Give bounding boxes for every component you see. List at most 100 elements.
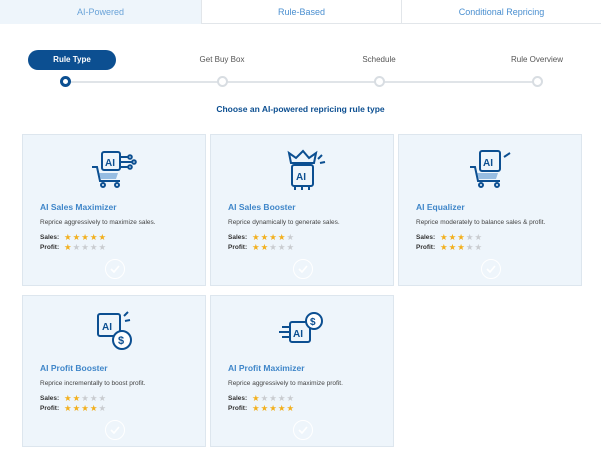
stepper-track	[66, 81, 536, 83]
step-label: Rule Overview	[510, 55, 563, 64]
step-get-buy-box[interactable]: Get Buy Box	[172, 50, 272, 87]
star-filled-icon: ★	[72, 232, 81, 242]
step-label: Schedule	[362, 55, 396, 64]
star-empty-icon: ★	[98, 403, 107, 413]
star-filled-icon: ★	[252, 393, 260, 403]
tab-conditional-repricing[interactable]: Conditional Repricing	[401, 0, 601, 24]
star-filled-icon: ★	[260, 232, 269, 242]
star-rating: ★ ★ ★ ★ ★	[64, 404, 106, 413]
star-filled-icon: ★	[269, 232, 277, 242]
select-check-icon[interactable]	[105, 420, 125, 440]
svg-text:$: $	[118, 335, 124, 347]
wizard-stepper: Rule Type Get Buy Box Schedule Rule Over…	[22, 50, 563, 90]
profit-rating: Profit: ★ ★ ★ ★ ★	[40, 243, 106, 252]
star-filled-icon: ★	[64, 393, 72, 403]
star-empty-icon: ★	[474, 242, 483, 252]
star-filled-icon: ★	[89, 232, 98, 242]
star-rating: ★ ★ ★ ★ ★	[252, 394, 294, 403]
sales-label: Sales:	[416, 234, 436, 241]
sales-label: Sales:	[40, 395, 60, 402]
star-filled-icon: ★	[440, 232, 448, 242]
step-schedule[interactable]: Schedule	[329, 50, 429, 87]
step-label: Rule Type	[28, 50, 116, 70]
card-description: Reprice aggressively to maximize profit.	[228, 380, 343, 387]
step-dot	[216, 76, 228, 87]
step-dot-active	[60, 76, 71, 87]
svg-text:$: $	[310, 317, 316, 328]
star-filled-icon: ★	[448, 232, 457, 242]
ai-chip-dollar-icon: AI $	[90, 310, 140, 352]
select-check-icon[interactable]	[293, 259, 313, 279]
star-empty-icon: ★	[269, 242, 277, 252]
star-rating: ★ ★ ★ ★ ★	[440, 243, 482, 252]
ai-cart-circuit-icon: AI	[90, 149, 140, 191]
star-filled-icon: ★	[252, 242, 260, 252]
star-empty-icon: ★	[277, 242, 286, 252]
star-empty-icon: ★	[474, 232, 483, 242]
star-empty-icon: ★	[81, 242, 89, 252]
star-rating: ★ ★ ★ ★ ★	[64, 243, 106, 252]
card-description: Reprice dynamically to generate sales.	[228, 219, 340, 226]
select-check-icon[interactable]	[481, 259, 501, 279]
star-filled-icon: ★	[252, 403, 260, 413]
star-empty-icon: ★	[286, 393, 295, 403]
star-empty-icon: ★	[465, 232, 474, 242]
ai-circuit-dollar-icon: AI $	[278, 310, 328, 352]
card-ai-sales-maximizer[interactable]: AI AI Sales Maximizer Reprice aggressive…	[22, 134, 206, 286]
sales-rating: Sales: ★ ★ ★ ★ ★	[40, 394, 106, 403]
star-empty-icon: ★	[72, 242, 81, 252]
card-title: AI Profit Maximizer	[228, 363, 305, 373]
sales-label: Sales:	[228, 395, 248, 402]
sales-label: Sales:	[228, 234, 248, 241]
profit-label: Profit:	[40, 405, 60, 412]
star-filled-icon: ★	[260, 242, 269, 252]
star-rating: ★ ★ ★ ★ ★	[252, 243, 294, 252]
tab-ai-powered[interactable]: AI-Powered	[0, 0, 201, 24]
star-empty-icon: ★	[89, 393, 98, 403]
select-check-icon[interactable]	[293, 420, 313, 440]
star-filled-icon: ★	[440, 242, 448, 252]
card-title: AI Sales Booster	[228, 202, 296, 212]
profit-label: Profit:	[228, 405, 248, 412]
card-title: AI Profit Booster	[40, 363, 108, 373]
card-title: AI Sales Maximizer	[40, 202, 117, 212]
card-description: Reprice moderately to balance sales & pr…	[416, 219, 546, 226]
star-filled-icon: ★	[457, 232, 465, 242]
sales-label: Sales:	[40, 234, 60, 241]
card-ai-sales-booster[interactable]: AI AI Sales Booster Reprice dynamically …	[210, 134, 394, 286]
card-description: Reprice incrementally to boost profit.	[40, 380, 146, 387]
star-empty-icon: ★	[269, 393, 277, 403]
star-empty-icon: ★	[465, 242, 474, 252]
card-ai-profit-maximizer[interactable]: AI $ AI Profit Maximizer Reprice aggress…	[210, 295, 394, 447]
repricing-tabs: AI-Powered Rule-Based Conditional Repric…	[0, 0, 601, 24]
step-rule-type[interactable]: Rule Type	[22, 50, 122, 87]
star-rating: ★ ★ ★ ★ ★	[252, 404, 294, 413]
star-filled-icon: ★	[81, 232, 89, 242]
star-filled-icon: ★	[448, 242, 457, 252]
star-rating: ★ ★ ★ ★ ★	[252, 233, 294, 242]
tab-rule-based[interactable]: Rule-Based	[201, 0, 401, 24]
svg-text:AI: AI	[296, 172, 306, 183]
svg-text:AI: AI	[105, 158, 115, 169]
star-filled-icon: ★	[457, 242, 465, 252]
star-filled-icon: ★	[64, 232, 72, 242]
star-filled-icon: ★	[98, 232, 107, 242]
card-ai-equalizer[interactable]: AI AI Equalizer Reprice moderately to ba…	[398, 134, 582, 286]
star-empty-icon: ★	[277, 393, 286, 403]
star-filled-icon: ★	[72, 403, 81, 413]
star-filled-icon: ★	[277, 403, 286, 413]
star-filled-icon: ★	[269, 403, 277, 413]
step-dot	[531, 76, 543, 87]
sales-rating: Sales: ★ ★ ★ ★ ★	[228, 233, 294, 242]
card-ai-profit-booster[interactable]: AI $ AI Profit Booster Reprice increment…	[22, 295, 206, 447]
page-subtitle: Choose an AI-powered repricing rule type	[216, 104, 385, 114]
step-rule-overview[interactable]: Rule Overview	[487, 50, 587, 87]
sales-rating: Sales: ★ ★ ★ ★ ★	[228, 394, 294, 403]
profit-rating: Profit: ★ ★ ★ ★ ★	[416, 243, 482, 252]
profit-rating: Profit: ★ ★ ★ ★ ★	[40, 404, 106, 413]
select-check-icon[interactable]	[105, 259, 125, 279]
card-title: AI Equalizer	[416, 202, 465, 212]
profit-label: Profit:	[228, 244, 248, 251]
star-empty-icon: ★	[89, 242, 98, 252]
star-empty-icon: ★	[286, 232, 295, 242]
